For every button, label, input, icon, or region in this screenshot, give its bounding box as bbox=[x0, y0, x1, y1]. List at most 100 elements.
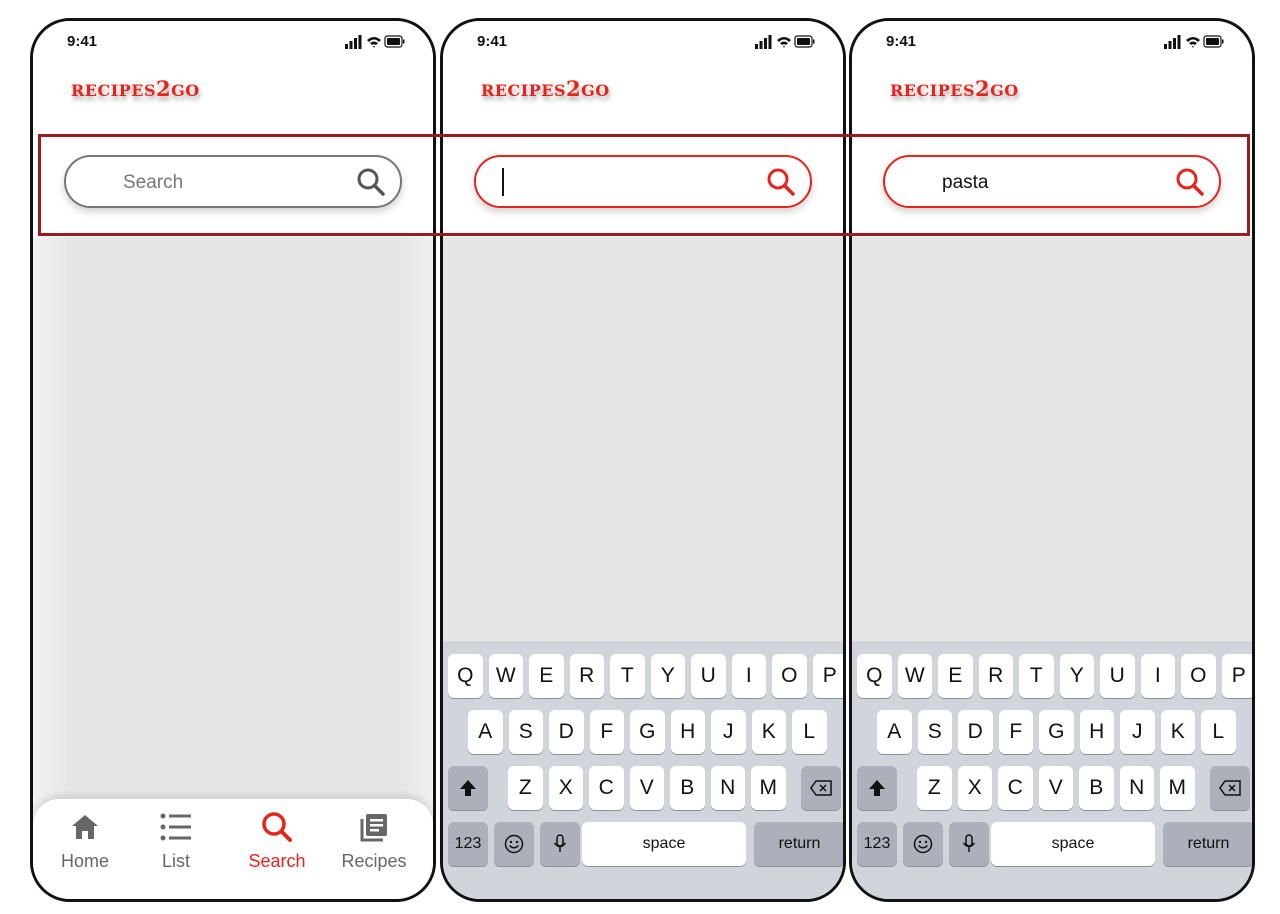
on-screen-keyboard: Q W E R T Y U I O P A S D F G H J K L Z X C V B N M 123 space return bbox=[852, 641, 1252, 899]
key-e[interactable]: E bbox=[529, 654, 564, 698]
backspace-key[interactable] bbox=[1210, 766, 1250, 810]
key-q[interactable]: Q bbox=[448, 654, 483, 698]
search-icon[interactable] bbox=[766, 167, 796, 197]
key-o[interactable]: O bbox=[1181, 654, 1216, 698]
tab-home[interactable]: Home bbox=[45, 811, 125, 891]
key-w[interactable]: W bbox=[897, 654, 932, 698]
tab-search-label: Search bbox=[248, 851, 306, 871]
dictation-key[interactable] bbox=[540, 822, 580, 866]
tab-search[interactable]: Search bbox=[237, 811, 317, 891]
space-key[interactable]: space bbox=[582, 822, 746, 866]
key-t[interactable]: T bbox=[610, 654, 645, 698]
key-x[interactable]: X bbox=[548, 766, 583, 810]
shift-key[interactable] bbox=[448, 766, 488, 810]
key-v[interactable]: V bbox=[1038, 766, 1073, 810]
key-y[interactable]: Y bbox=[650, 654, 685, 698]
tab-list[interactable]: List bbox=[136, 811, 216, 891]
key-w[interactable]: W bbox=[488, 654, 523, 698]
recipes-icon bbox=[360, 814, 387, 842]
tab-recipes[interactable]: Recipes bbox=[334, 811, 414, 891]
key-b[interactable]: B bbox=[1079, 766, 1114, 810]
key-l[interactable]: L bbox=[1201, 710, 1236, 754]
key-z[interactable]: Z bbox=[508, 766, 543, 810]
key-i[interactable]: I bbox=[1140, 654, 1175, 698]
key-x[interactable]: X bbox=[957, 766, 992, 810]
key-z[interactable]: Z bbox=[917, 766, 952, 810]
key-l[interactable]: L bbox=[792, 710, 827, 754]
return-key[interactable]: return bbox=[1163, 822, 1252, 866]
key-m[interactable]: M bbox=[751, 766, 786, 810]
status-icons bbox=[755, 35, 815, 49]
search-bar[interactable]: Search bbox=[64, 155, 402, 208]
key-k[interactable]: K bbox=[1160, 710, 1195, 754]
phone-screen-typed: 9:41 RECIPES2GO pasta QWERTYUIOP ASDFGHJK… bbox=[849, 18, 1255, 902]
key-r[interactable]: R bbox=[569, 654, 604, 698]
key-c[interactable]: C bbox=[998, 766, 1033, 810]
status-time: 9:41 bbox=[477, 33, 508, 50]
search-bar[interactable]: pasta bbox=[883, 155, 1221, 208]
key-e[interactable]: E bbox=[938, 654, 973, 698]
key-g[interactable]: G bbox=[630, 710, 665, 754]
emoji-icon bbox=[504, 835, 524, 854]
key-c[interactable]: C bbox=[589, 766, 624, 810]
numbers-key[interactable]: 123 bbox=[448, 822, 488, 866]
key-h[interactable]: H bbox=[670, 710, 705, 754]
phone-screen-focused: 9:41 RECIPES2GO QWERTYUIOP ASDFGHJKL ZXCVB… bbox=[440, 18, 846, 902]
tab-recipes-label: Recipes bbox=[341, 851, 407, 871]
key-n[interactable]: N bbox=[710, 766, 745, 810]
space-key[interactable]: space bbox=[991, 822, 1155, 866]
emoji-icon bbox=[913, 835, 933, 854]
key-d[interactable]: D bbox=[958, 710, 993, 754]
backspace-icon bbox=[1219, 780, 1241, 797]
tab-home-label: Home bbox=[60, 851, 109, 871]
dictation-key[interactable] bbox=[949, 822, 989, 866]
key-d[interactable]: D bbox=[549, 710, 584, 754]
key-i[interactable]: I bbox=[731, 654, 766, 698]
shift-key[interactable] bbox=[857, 766, 897, 810]
status-icons bbox=[1164, 35, 1224, 49]
key-s[interactable]: S bbox=[917, 710, 952, 754]
key-q[interactable]: Q bbox=[857, 654, 892, 698]
key-m[interactable]: M bbox=[1160, 766, 1195, 810]
key-f[interactable]: F bbox=[998, 710, 1033, 754]
app-logo: RECIPES2GO bbox=[481, 76, 610, 101]
key-j[interactable]: J bbox=[711, 710, 746, 754]
key-h[interactable]: H bbox=[1079, 710, 1114, 754]
key-p[interactable]: P bbox=[812, 654, 843, 698]
key-v[interactable]: V bbox=[629, 766, 664, 810]
home-icon bbox=[72, 815, 98, 839]
text-cursor bbox=[502, 168, 504, 196]
key-a[interactable]: A bbox=[468, 710, 503, 754]
key-b[interactable]: B bbox=[670, 766, 705, 810]
key-u[interactable]: U bbox=[691, 654, 726, 698]
key-o[interactable]: O bbox=[772, 654, 807, 698]
backspace-key[interactable] bbox=[801, 766, 841, 810]
emoji-key[interactable] bbox=[494, 822, 534, 866]
key-g[interactable]: G bbox=[1039, 710, 1074, 754]
key-u[interactable]: U bbox=[1100, 654, 1135, 698]
search-icon[interactable] bbox=[1175, 167, 1205, 197]
list-icon bbox=[160, 813, 191, 841]
key-n[interactable]: N bbox=[1119, 766, 1154, 810]
app-logo: RECIPES2GO bbox=[890, 76, 1019, 101]
search-bar[interactable] bbox=[474, 155, 812, 208]
emoji-key[interactable] bbox=[903, 822, 943, 866]
key-k[interactable]: K bbox=[751, 710, 786, 754]
search-input-value[interactable]: pasta bbox=[942, 172, 988, 194]
key-t[interactable]: T bbox=[1019, 654, 1054, 698]
key-p[interactable]: P bbox=[1221, 654, 1252, 698]
key-j[interactable]: J bbox=[1120, 710, 1155, 754]
status-time: 9:41 bbox=[886, 33, 917, 50]
search-icon[interactable] bbox=[356, 167, 386, 197]
backspace-icon bbox=[810, 780, 832, 797]
key-f[interactable]: F bbox=[589, 710, 624, 754]
key-y[interactable]: Y bbox=[1059, 654, 1094, 698]
key-s[interactable]: S bbox=[508, 710, 543, 754]
phone-screen-idle: 9:41 RECIPES2GO Search Home List Search … bbox=[30, 18, 436, 902]
search-placeholder: Search bbox=[123, 172, 184, 193]
key-a[interactable]: A bbox=[877, 710, 912, 754]
key-r[interactable]: R bbox=[978, 654, 1013, 698]
return-key[interactable]: return bbox=[754, 822, 843, 866]
tab-bar: Home List Search Recipes bbox=[33, 799, 433, 899]
numbers-key[interactable]: 123 bbox=[857, 822, 897, 866]
